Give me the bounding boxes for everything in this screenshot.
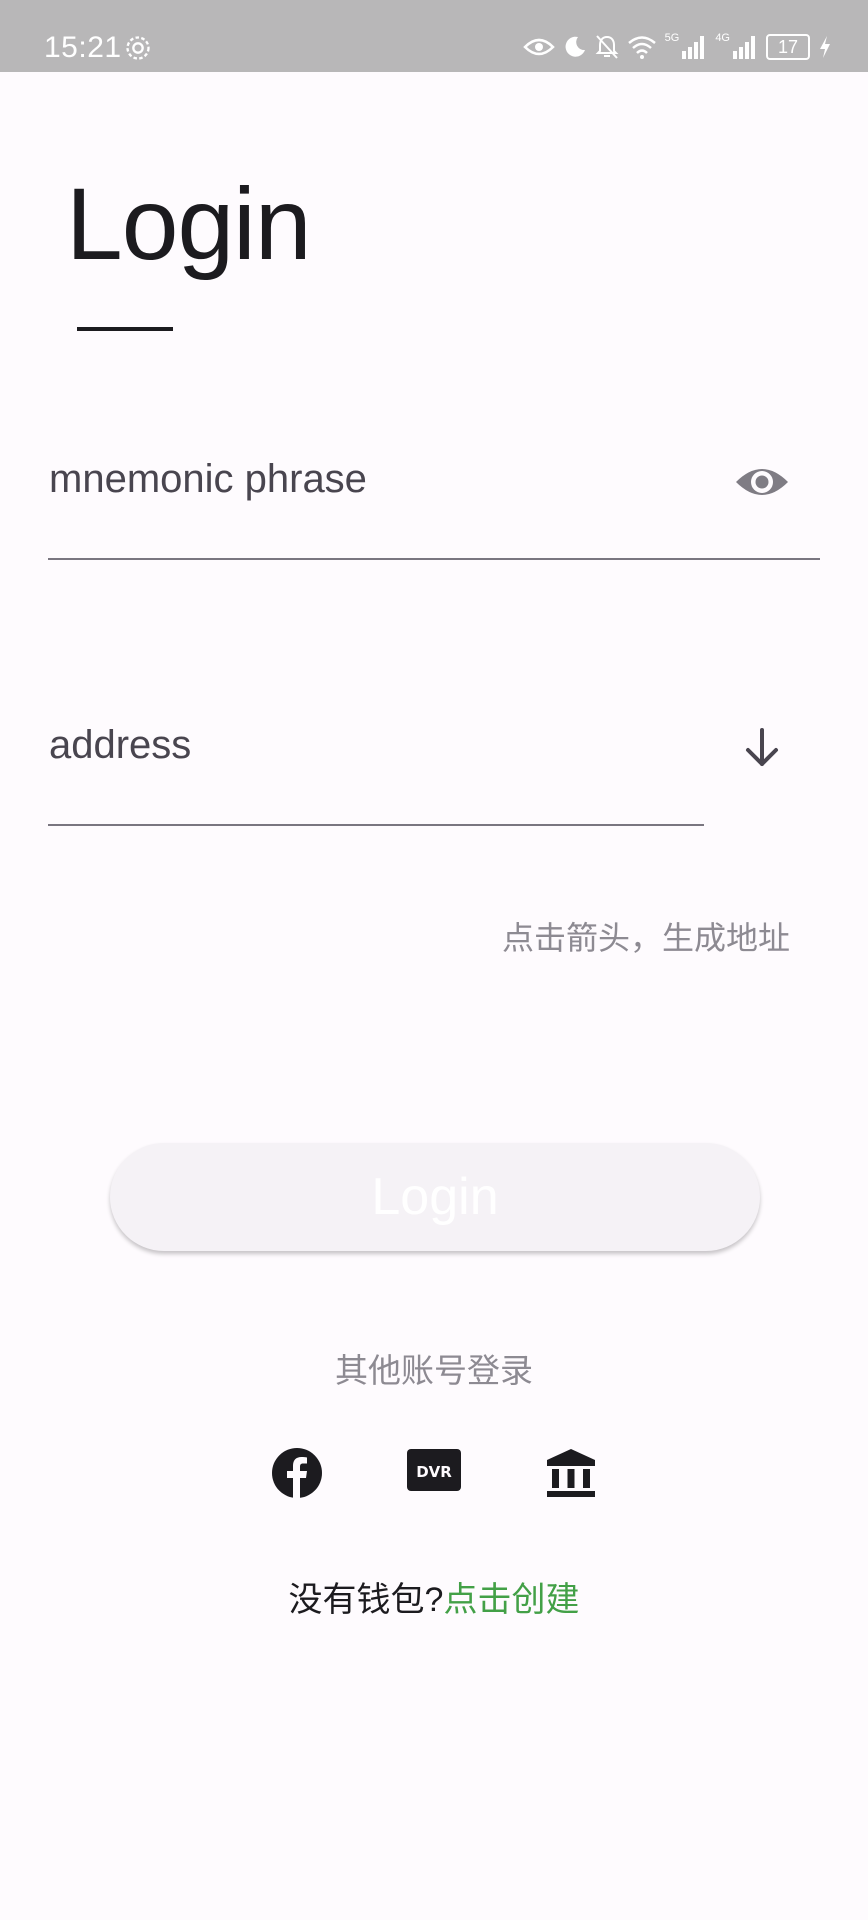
address-hint: 点击箭头，生成地址 bbox=[501, 920, 790, 956]
eye-icon[interactable] bbox=[734, 462, 790, 502]
settings-icon bbox=[126, 36, 150, 60]
signal-icon bbox=[682, 36, 705, 59]
status-icons: 5G 4G 17 bbox=[522, 30, 832, 64]
social-login-row: DVR bbox=[0, 1447, 868, 1499]
login-button[interactable]: Login bbox=[110, 1143, 760, 1251]
create-wallet-prompt: 没有钱包? bbox=[288, 1581, 444, 1619]
address-input-underline[interactable] bbox=[48, 824, 704, 826]
status-time: 15:21 bbox=[44, 31, 122, 64]
facebook-icon[interactable] bbox=[271, 1447, 323, 1499]
page-title: Login bbox=[66, 167, 312, 281]
status-bar: 15:21 5G 4G 17 bbox=[0, 0, 868, 72]
network-type-1: 5G bbox=[664, 32, 680, 44]
dvr-icon[interactable]: DVR bbox=[407, 1447, 461, 1493]
title-underline bbox=[77, 327, 173, 331]
mnemonic-field-label[interactable]: mnemonic phrase bbox=[49, 456, 367, 502]
wifi-icon bbox=[627, 36, 656, 59]
battery-icon: 17 bbox=[766, 34, 810, 60]
address-field-label[interactable]: address bbox=[49, 722, 191, 768]
svg-text:DVR: DVR bbox=[416, 1463, 452, 1481]
arrow-down-icon[interactable] bbox=[740, 726, 784, 770]
bank-icon[interactable] bbox=[545, 1447, 597, 1499]
mnemonic-input-underline[interactable] bbox=[48, 558, 820, 560]
moon-icon bbox=[565, 36, 585, 57]
eye-icon bbox=[522, 38, 555, 56]
signal-icon bbox=[733, 36, 755, 59]
bell-off-icon bbox=[595, 35, 619, 59]
create-wallet-link[interactable]: 点击创建 bbox=[443, 1581, 579, 1619]
network-type-2: 4G bbox=[715, 32, 730, 44]
create-wallet-row: 没有钱包?点击创建 bbox=[0, 1578, 868, 1622]
charging-icon bbox=[820, 36, 830, 58]
other-login-label: 其他账号登录 bbox=[335, 1352, 533, 1389]
